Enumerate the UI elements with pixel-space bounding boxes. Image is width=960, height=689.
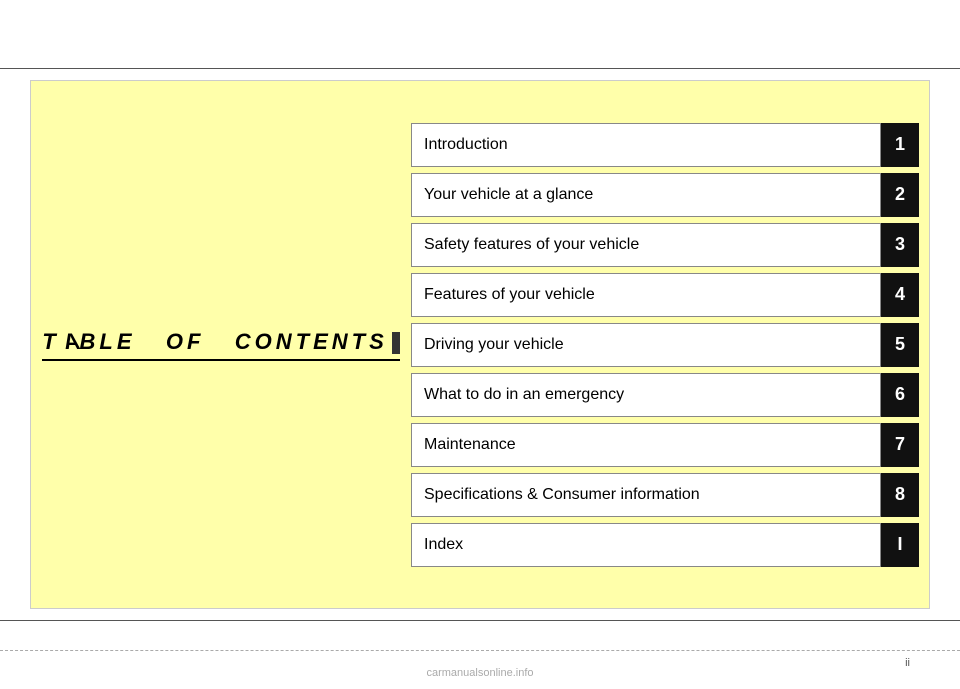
- toc-item-label-7: Maintenance: [411, 423, 881, 467]
- toc-item-number-1: 1: [881, 123, 919, 167]
- toc-item-number-4: 4: [881, 273, 919, 317]
- toc-row[interactable]: Maintenance7: [411, 423, 919, 467]
- toc-list: Introduction1Your vehicle at a glance2Sa…: [411, 103, 929, 587]
- toc-item-label-2: Your vehicle at a glance: [411, 173, 881, 217]
- toc-item-number-8: 8: [881, 473, 919, 517]
- bottom-divider: [0, 620, 960, 621]
- toc-row[interactable]: What to do in an emergency6: [411, 373, 919, 417]
- top-divider: [0, 68, 960, 69]
- toc-item-label-1: Introduction: [411, 123, 881, 167]
- cursor-indicator: [392, 332, 400, 354]
- toc-item-number-2: 2: [881, 173, 919, 217]
- toc-row[interactable]: Introduction1: [411, 123, 919, 167]
- toc-row[interactable]: Features of your vehicle4: [411, 273, 919, 317]
- toc-item-number-3: 3: [881, 223, 919, 267]
- toc-item-label-6: What to do in an emergency: [411, 373, 881, 417]
- toc-item-number-6: 6: [881, 373, 919, 417]
- toc-row[interactable]: IndexI: [411, 523, 919, 567]
- toc-item-number-5: 5: [881, 323, 919, 367]
- main-content-area: TABLE OF CONTENTS Introduction1Your vehi…: [30, 80, 930, 609]
- dashed-divider: [0, 650, 960, 651]
- page-number: ii: [905, 657, 910, 669]
- watermark: carmanualsonline.info: [426, 667, 533, 679]
- toc-item-label-8: Specifications & Consumer information: [411, 473, 881, 517]
- toc-row[interactable]: Safety features of your vehicle3: [411, 223, 919, 267]
- left-panel: TABLE OF CONTENTS: [31, 81, 411, 608]
- toc-item-label-5: Driving your vehicle: [411, 323, 881, 367]
- toc-item-label-9: Index: [411, 523, 881, 567]
- toc-title: TABLE OF CONTENTS: [42, 329, 400, 361]
- toc-item-number-9: I: [881, 523, 919, 567]
- toc-item-number-7: 7: [881, 423, 919, 467]
- toc-item-label-3: Safety features of your vehicle: [411, 223, 881, 267]
- reversed-b: A: [60, 329, 80, 355]
- toc-row[interactable]: Driving your vehicle5: [411, 323, 919, 367]
- toc-row[interactable]: Specifications & Consumer information8: [411, 473, 919, 517]
- toc-item-label-4: Features of your vehicle: [411, 273, 881, 317]
- toc-row[interactable]: Your vehicle at a glance2: [411, 173, 919, 217]
